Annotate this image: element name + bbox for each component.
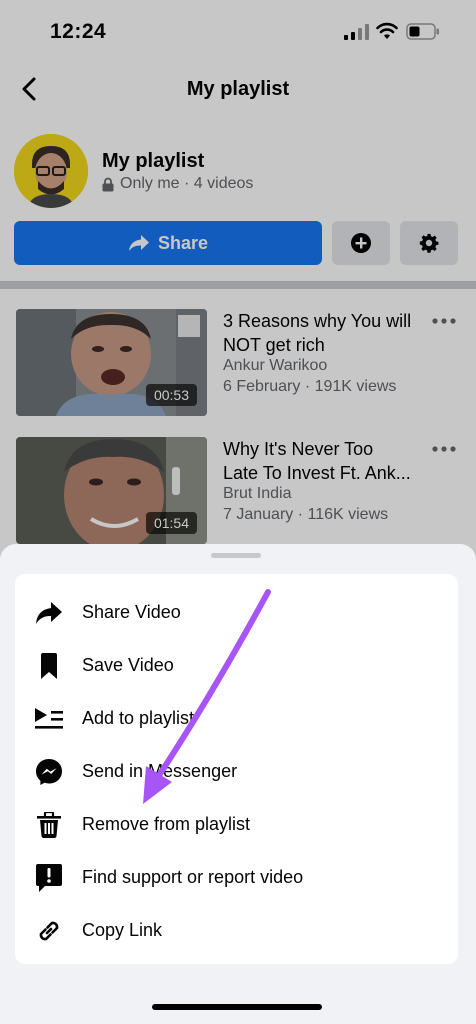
menu-item-find-support-report[interactable]: Find support or report video [15, 851, 458, 904]
menu-item-share-video[interactable]: Share Video [15, 586, 458, 639]
share-arrow-icon [35, 599, 63, 627]
menu-item-add-to-playlist[interactable]: Add to playlist [15, 692, 458, 745]
menu-item-label: Copy Link [82, 920, 163, 940]
sheet-drag-handle[interactable] [211, 553, 261, 558]
menu-item-label: Remove from playlist [82, 814, 251, 834]
menu-item-send-in-messenger[interactable]: Send in Messenger [15, 745, 458, 798]
menu-item-label: Share Video [82, 602, 181, 622]
menu-item-label: Save Video [82, 655, 174, 675]
menu-item-label: Add to playlist [82, 708, 195, 728]
report-icon [35, 863, 63, 892]
menu-item-label: Send in Messenger [82, 761, 238, 781]
home-indicator [152, 1004, 322, 1010]
menu-item-remove-from-playlist[interactable]: Remove from playlist [15, 798, 458, 851]
options-menu: Share Video Save Video Add to playlist S… [15, 574, 458, 964]
menu-item-label: Find support or report video [82, 867, 304, 887]
menu-item-copy-link[interactable]: Copy Link [15, 904, 458, 957]
link-icon [35, 917, 63, 945]
playlist-add-icon [35, 705, 63, 733]
menu-item-save-video[interactable]: Save Video [15, 639, 458, 692]
video-options-sheet: Share Video Save Video Add to playlist S… [0, 544, 476, 1024]
trash-icon [35, 811, 63, 839]
bookmark-icon [35, 652, 63, 680]
messenger-icon [35, 758, 63, 786]
